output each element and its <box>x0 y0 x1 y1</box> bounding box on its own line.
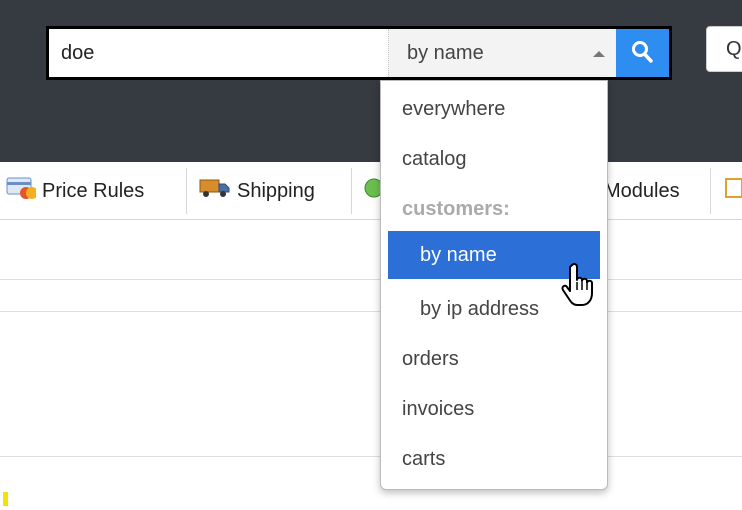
scope-option-everywhere[interactable]: everywhere <box>381 85 607 133</box>
search-inner: by name <box>49 29 669 77</box>
menu-item-label: Price Rules <box>42 179 145 202</box>
content-divider <box>0 279 742 280</box>
top-header: by name Q <box>0 0 742 162</box>
status-marker <box>3 492 8 506</box>
menu-divider <box>186 168 187 214</box>
menu-item-modules[interactable]: Modules <box>604 162 680 220</box>
hand-cursor-icon <box>561 262 593 306</box>
price-rules-icon <box>6 176 38 206</box>
content-divider <box>0 456 742 457</box>
caret-up-icon <box>593 51 605 57</box>
scope-option-orders[interactable]: orders <box>381 335 607 383</box>
menu-item-price-rules[interactable]: Price Rules <box>6 162 144 220</box>
search-form: by name <box>46 26 672 80</box>
content-divider <box>0 311 742 312</box>
menu-divider <box>710 168 711 214</box>
menu-divider <box>351 168 352 214</box>
stats-icon <box>724 176 742 206</box>
scope-option-catalog[interactable]: catalog <box>381 135 607 183</box>
main-menu-bar: Price Rules Shipping Modules <box>0 162 742 220</box>
truck-icon <box>199 177 231 205</box>
menu-item-label: Modules <box>604 179 680 202</box>
quick-access-button[interactable]: Q <box>706 26 742 72</box>
search-button[interactable] <box>616 29 669 77</box>
scope-group-customers: customers: <box>402 198 510 220</box>
menu-item-shipping[interactable]: Shipping <box>199 162 315 220</box>
quick-access-label: Q <box>726 38 742 60</box>
screenshot-frame: by name Q <box>0 0 742 510</box>
menu-item-label: Shipping <box>237 179 315 202</box>
scope-option-invoices[interactable]: invoices <box>381 385 607 433</box>
search-scope-select[interactable]: by name <box>388 29 616 77</box>
scope-option-carts[interactable]: carts <box>381 435 607 483</box>
search-input[interactable] <box>49 29 386 77</box>
menu-item-stats[interactable] <box>724 162 742 220</box>
magnifier-icon <box>632 41 653 63</box>
search-scope-label: by name <box>407 42 484 64</box>
